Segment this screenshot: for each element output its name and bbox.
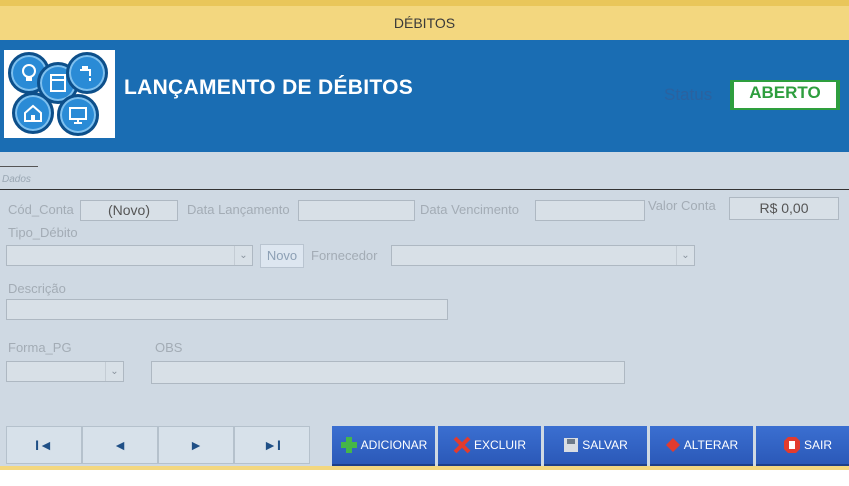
sair-button[interactable]: SAIR <box>756 426 849 466</box>
chevron-down-icon[interactable]: ⌄ <box>676 246 694 265</box>
cod-conta-label: Cód_Conta <box>8 202 74 217</box>
delete-x-icon <box>453 436 471 454</box>
alterar-button[interactable]: ALTERAR <box>650 426 753 466</box>
edit-diamond-icon <box>665 438 680 452</box>
window-title: DÉBITOS <box>393 15 456 31</box>
sair-label: SAIR <box>803 438 832 452</box>
chevron-down-icon[interactable]: ⌄ <box>105 362 123 381</box>
first-record-button[interactable]: I◄ <box>6 426 82 464</box>
status-label: Status <box>664 85 713 104</box>
tab-indicator <box>0 166 38 167</box>
forma-pg-select[interactable]: ⌄ <box>6 361 124 382</box>
forma-pg-label: Forma_PG <box>8 340 72 355</box>
data-vencimento-label: Data Vencimento <box>420 202 520 217</box>
footer-line <box>0 466 849 470</box>
record-navigation: I◄ ◄ ► ►I <box>6 426 310 464</box>
header-banner: LANÇAMENTO DE DÉBITOS Status ABERTO <box>0 40 849 152</box>
obs-field[interactable] <box>151 361 625 384</box>
salvar-label: SALVAR <box>582 438 628 452</box>
excluir-label: EXCLUIR <box>473 438 526 452</box>
adicionar-label: ADICIONAR <box>360 438 428 452</box>
page-title: LANÇAMENTO DE DÉBITOS <box>124 76 414 99</box>
next-record-button[interactable]: ► <box>158 426 234 464</box>
data-lancamento-field[interactable] <box>298 200 415 221</box>
adicionar-button[interactable]: ADICIONAR <box>332 426 435 466</box>
descricao-field[interactable] <box>6 299 448 320</box>
last-record-button[interactable]: ►I <box>234 426 310 464</box>
obs-label: OBS <box>155 340 183 355</box>
bottom-toolbar: I◄ ◄ ► ►I ADICIONAR EXCLUIR SALVAR ALTER… <box>0 422 849 466</box>
status-value: ABERTO <box>734 82 836 108</box>
save-icon <box>564 438 579 452</box>
salvar-button[interactable]: SALVAR <box>544 426 647 466</box>
excluir-button[interactable]: EXCLUIR <box>438 426 541 466</box>
novo-tipo-button[interactable]: Novo <box>260 244 304 268</box>
cod-conta-field: (Novo) <box>80 200 178 221</box>
previous-record-button[interactable]: ◄ <box>82 426 158 464</box>
tab-dados[interactable]: Dados <box>2 174 31 185</box>
valor-conta-field[interactable]: R$ 0,00 <box>729 197 839 220</box>
descricao-label: Descrição <box>8 281 66 296</box>
data-lancamento-label: Data Lançamento <box>187 202 290 217</box>
stop-hand-icon <box>783 437 800 453</box>
valor-conta-label: Valor Conta <box>648 198 716 213</box>
fornecedor-label: Fornecedor <box>311 248 378 263</box>
action-buttons: ADICIONAR EXCLUIR SALVAR ALTERAR SAIR <box>332 426 849 466</box>
monitor-icon <box>57 94 99 136</box>
data-vencimento-field[interactable] <box>535 200 645 221</box>
tipo-debito-label: Tipo_Débito <box>8 225 78 240</box>
app-logo <box>4 50 115 138</box>
form-panel: Dados Cód_Conta (Novo) Data Lançamento D… <box>0 152 849 422</box>
chevron-down-icon[interactable]: ⌄ <box>234 246 252 265</box>
plus-icon <box>340 437 357 453</box>
faucet-icon <box>66 52 108 94</box>
house-icon <box>12 92 54 134</box>
alterar-label: ALTERAR <box>683 438 739 452</box>
tab-separator <box>0 189 849 190</box>
window-title-bar: DÉBITOS <box>0 0 849 40</box>
tipo-debito-select[interactable]: ⌄ <box>6 245 253 266</box>
fornecedor-select[interactable]: ⌄ <box>391 245 695 266</box>
status-badge: ABERTO <box>730 80 840 110</box>
